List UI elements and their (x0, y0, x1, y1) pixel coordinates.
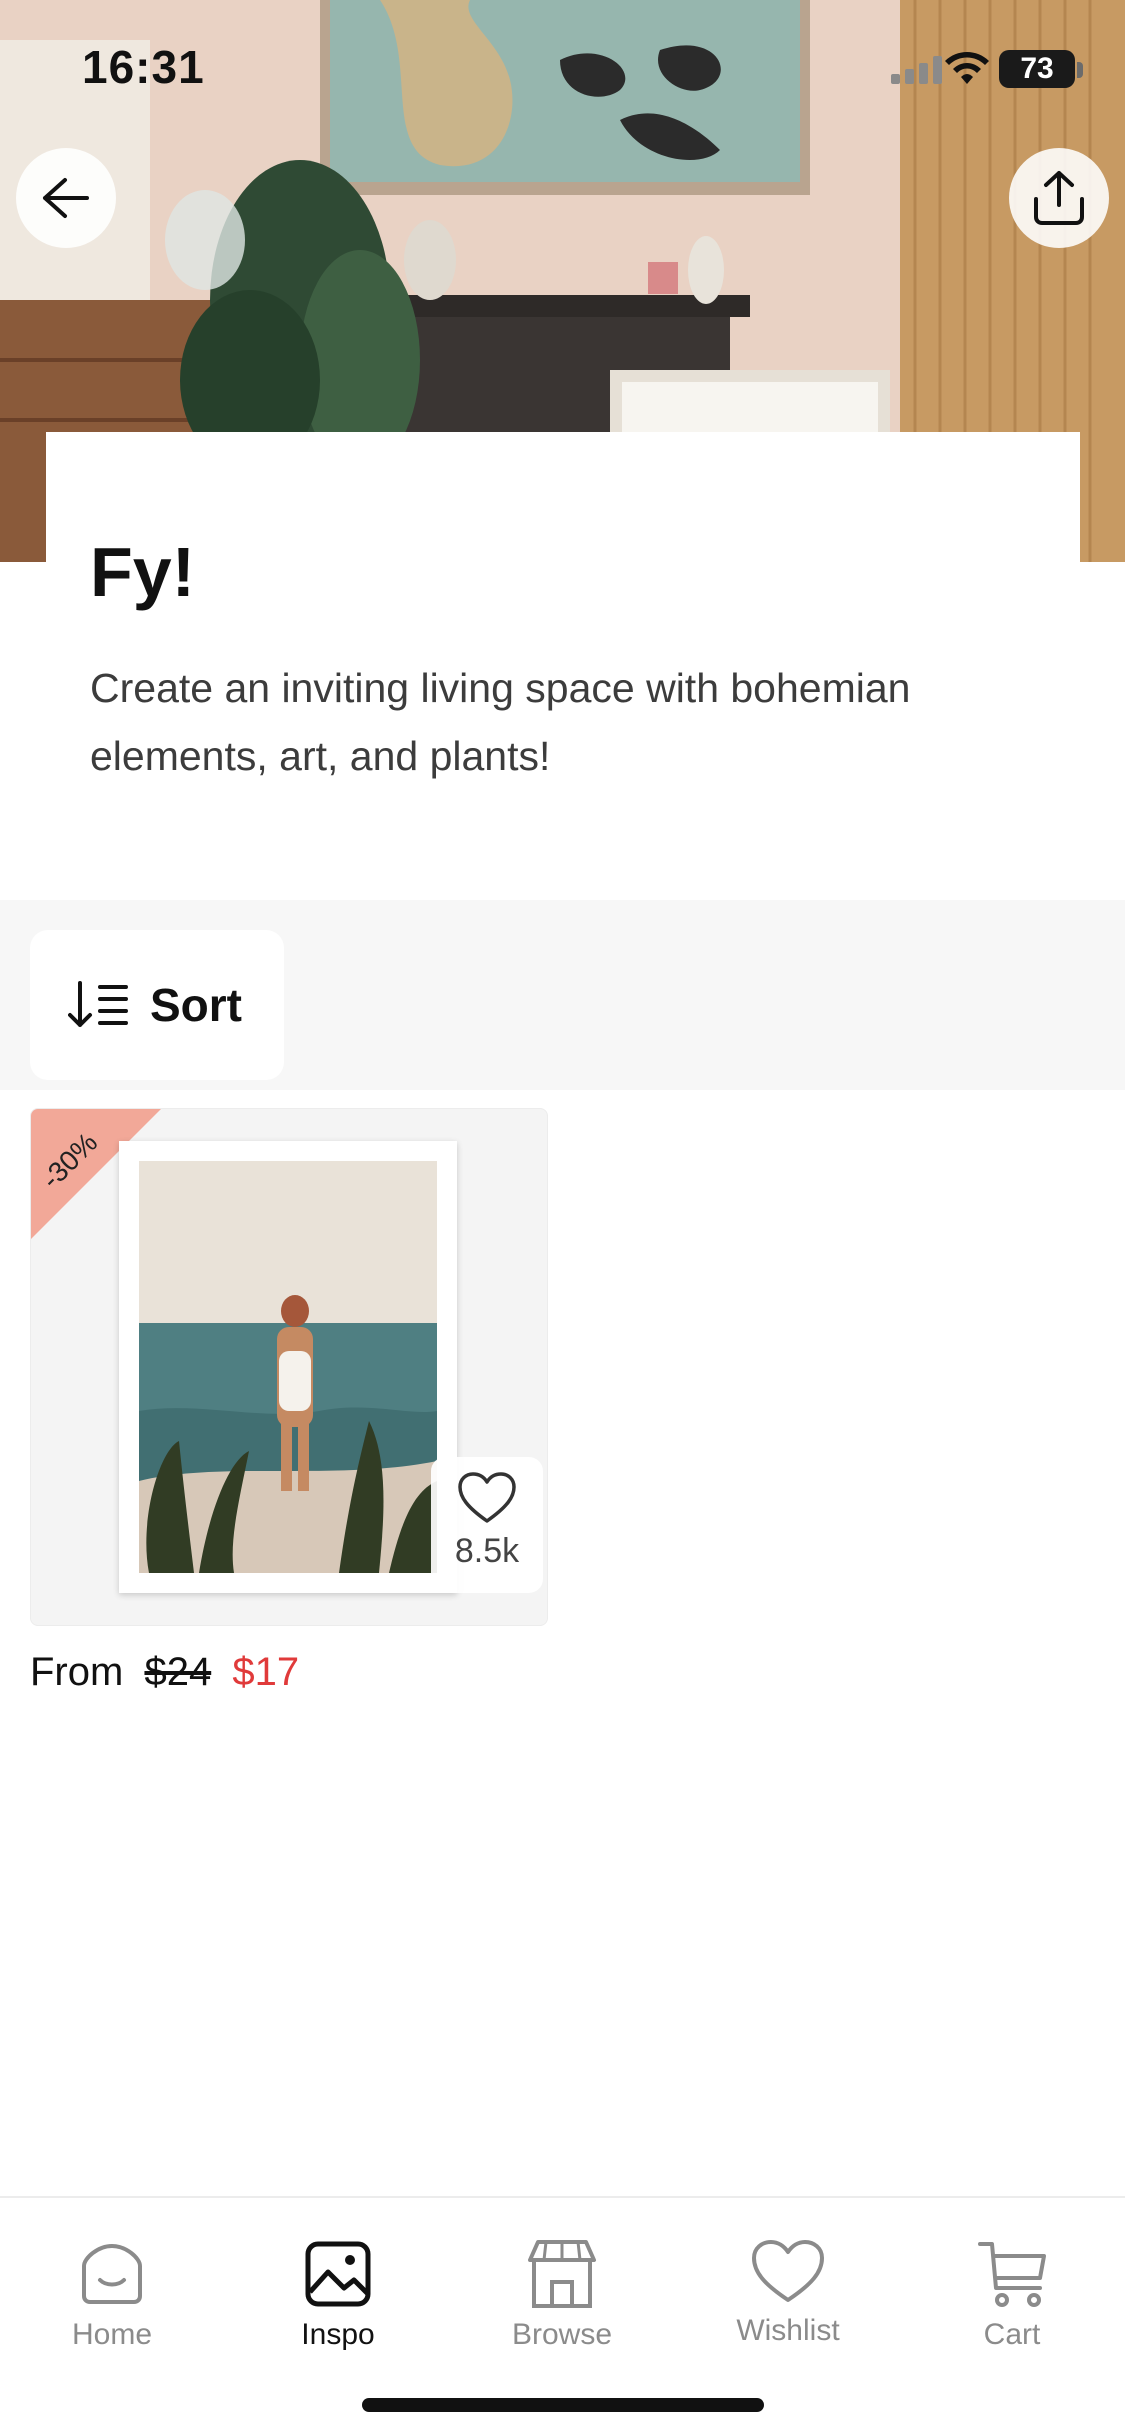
tab-cart[interactable]: Cart (932, 2238, 1092, 2368)
product-image (119, 1141, 457, 1593)
store-icon (528, 2240, 596, 2308)
page-description: Create an inviting living space with boh… (90, 665, 911, 779)
back-button[interactable] (16, 148, 116, 248)
tab-inspo[interactable]: Inspo (258, 2238, 418, 2368)
sort-label: Sort (150, 979, 242, 1031)
like-button[interactable]: 8.5k (431, 1457, 543, 1593)
page-title: Fy! (90, 533, 195, 611)
home-indicator (362, 2398, 764, 2412)
cart-icon (978, 2242, 1046, 2307)
sort-descending-icon (68, 981, 128, 1027)
product-card[interactable]: -30% 8.5k (30, 1108, 548, 1626)
sort-bar: Sort (0, 900, 1125, 1090)
cellular-signal-icon (891, 56, 942, 84)
battery-level: 73 (1020, 52, 1054, 85)
heart-icon (752, 2240, 824, 2302)
arrow-left-icon (43, 178, 89, 218)
status-bar: 16:31 73 (0, 0, 1125, 140)
tab-wishlist[interactable]: Wishlist (708, 2238, 868, 2368)
battery-cap (1077, 62, 1083, 78)
like-count: 8.5k (454, 1532, 520, 1570)
home-icon (82, 2244, 142, 2304)
share-button[interactable] (1009, 148, 1109, 248)
price-sale: $17 (232, 1650, 300, 1694)
heart-icon (458, 1472, 516, 1523)
tab-home[interactable]: Home (32, 2238, 192, 2368)
intro-card: Fy! Create an inviting living space with… (46, 432, 1080, 852)
tab-label-wishlist: Wishlist (736, 2314, 840, 2347)
wifi-icon (945, 52, 989, 84)
tab-label-home: Home (71, 2318, 153, 2351)
tab-label-browse: Browse (511, 2318, 613, 2351)
status-time: 16:31 (82, 41, 205, 93)
product-price: From $24 $17 (30, 1650, 299, 1695)
price-original: $24 (144, 1650, 212, 1694)
tab-label-inspo: Inspo (301, 2318, 375, 2351)
share-upload-icon (1034, 171, 1084, 225)
image-icon (305, 2241, 371, 2307)
sort-button[interactable]: Sort (30, 930, 284, 1080)
price-prefix: From (30, 1650, 124, 1694)
tab-browse[interactable]: Browse (482, 2238, 642, 2368)
battery-indicator: 73 (999, 50, 1075, 88)
tab-label-cart: Cart (983, 2318, 1041, 2351)
beach-woman-artwork (139, 1161, 437, 1573)
